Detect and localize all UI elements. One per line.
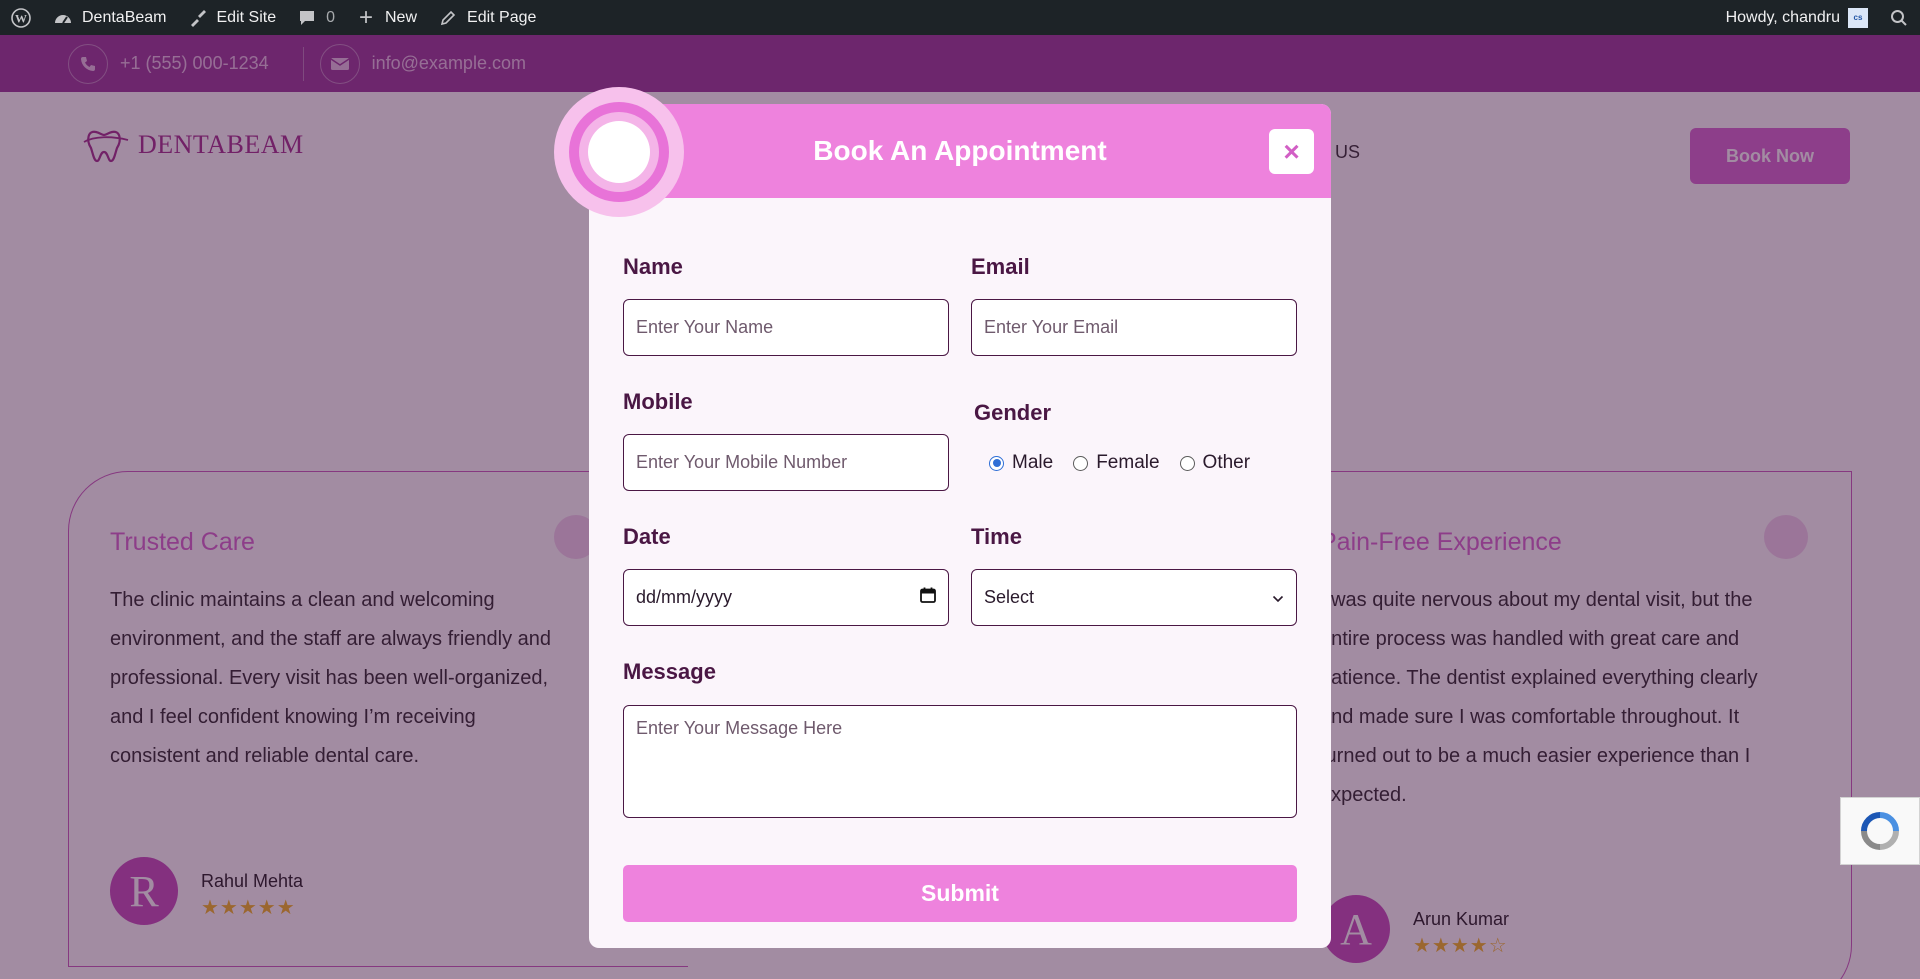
gender-label: Gender xyxy=(974,400,1052,425)
radio-button[interactable] xyxy=(1073,455,1089,471)
radio-button[interactable] xyxy=(1179,455,1195,471)
edit-site-label: Edit Site xyxy=(216,8,277,26)
gender-radio-group: Male Female Other xyxy=(989,452,1250,474)
name-label: Name xyxy=(623,254,683,279)
wordpress-logo-button[interactable]: W xyxy=(0,0,42,35)
comments-count: 0 xyxy=(326,8,335,26)
comment-icon xyxy=(296,7,318,29)
mobile-input[interactable] xyxy=(623,434,949,491)
appointment-modal: Book An Appointment × Name Email Mobile … xyxy=(554,87,1331,948)
dashboard-icon xyxy=(52,7,74,29)
radio-label: Other xyxy=(1202,452,1251,473)
submit-button[interactable]: Submit xyxy=(623,865,1297,922)
close-icon: × xyxy=(1283,135,1300,167)
calendar-icon[interactable] xyxy=(920,587,936,608)
admin-search-button[interactable] xyxy=(1878,0,1920,35)
date-label: Date xyxy=(623,524,671,549)
new-content-link[interactable]: + New xyxy=(345,0,427,35)
date-value: dd/mm/yyyy xyxy=(636,587,733,607)
brush-icon xyxy=(187,7,209,29)
plus-icon: + xyxy=(358,3,373,31)
svg-text:W: W xyxy=(15,11,27,25)
search-icon xyxy=(1888,7,1910,29)
edit-page-link[interactable]: Edit Page xyxy=(427,0,546,35)
recaptcha-icon xyxy=(1861,812,1899,850)
gender-option-female[interactable]: Female xyxy=(1073,452,1160,474)
pencil-icon xyxy=(437,7,459,29)
time-label: Time xyxy=(971,524,1022,549)
name-input[interactable] xyxy=(623,299,949,356)
radio-button[interactable] xyxy=(989,455,1004,471)
chevron-down-icon xyxy=(1272,587,1284,608)
new-label: New xyxy=(385,8,418,26)
close-button[interactable]: × xyxy=(1269,129,1314,174)
recaptcha-badge[interactable] xyxy=(1840,797,1920,865)
wordpress-icon: W xyxy=(10,7,32,29)
radio-label: Male xyxy=(1012,452,1054,473)
site-name-label: DentaBeam xyxy=(82,8,167,26)
my-account-link[interactable]: Howdy, chandru cs xyxy=(1716,0,1878,35)
edit-site-link[interactable]: Edit Site xyxy=(177,0,287,35)
radio-label: Female xyxy=(1096,452,1160,473)
time-select[interactable]: Select xyxy=(971,569,1297,626)
howdy-label: Howdy, chandru xyxy=(1725,8,1840,26)
admin-bar: W DentaBeam Edit Site 0 + New Edit Page … xyxy=(0,0,1920,35)
message-label: Message xyxy=(623,659,716,684)
user-avatar: cs xyxy=(1848,7,1868,28)
email-input[interactable] xyxy=(971,299,1297,356)
gender-option-male[interactable]: Male xyxy=(989,452,1053,474)
mobile-label: Mobile xyxy=(623,389,693,414)
date-input[interactable]: dd/mm/yyyy xyxy=(623,569,949,626)
gender-option-other[interactable]: Other xyxy=(1179,452,1251,474)
modal-title: Book An Appointment xyxy=(813,135,1107,166)
message-textarea[interactable] xyxy=(623,705,1297,818)
edit-page-label: Edit Page xyxy=(467,8,537,26)
time-selected-value: Select xyxy=(984,587,1035,607)
comments-link[interactable]: 0 xyxy=(286,0,345,35)
site-name-link[interactable]: DentaBeam xyxy=(42,0,177,35)
email-label: Email xyxy=(971,254,1030,279)
